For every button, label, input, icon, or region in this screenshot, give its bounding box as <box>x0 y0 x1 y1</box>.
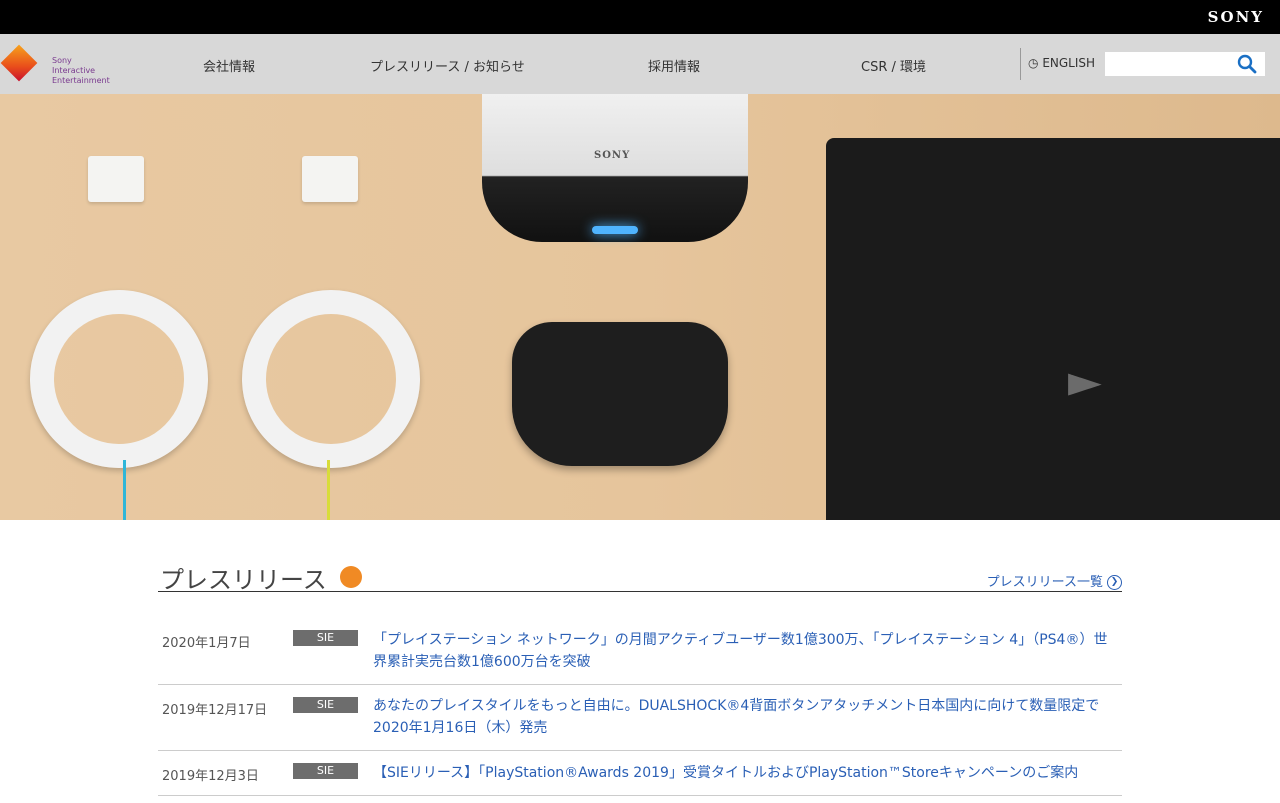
search-icon[interactable] <box>1237 54 1257 74</box>
nav-item-csr[interactable]: CSR / 環境 <box>861 56 926 75</box>
news-title-link[interactable]: 「プレイステーション ネットワーク」の月間アクティブユーザー数1億300万、「プ… <box>373 629 1118 673</box>
nav-item-press[interactable]: プレスリリース / お知らせ <box>370 56 525 75</box>
dualshock-controller <box>512 322 728 466</box>
news-item: 2019年12月3日 SIE 【SIEリリース】「PlayStation®Awa… <box>158 751 1122 796</box>
wall-block-left <box>88 156 144 202</box>
news-date: 2020年1月7日 <box>162 636 251 651</box>
language-label: ENGLISH <box>1042 56 1096 70</box>
news-item: 2020年1月7日 SIE 「プレイステーション ネットワーク」の月間アクティブ… <box>158 592 1122 685</box>
globe-icon: ◷ <box>1028 56 1039 70</box>
sie-logo-mark-icon <box>0 44 38 82</box>
move-controller-ring-left <box>30 290 208 468</box>
headset-light <box>592 226 638 234</box>
news-title-link[interactable]: あなたのプレイスタイルをもっと自由に。DUALSHOCK®4背面ボタンアタッチメ… <box>373 695 1118 739</box>
nav-item-careers[interactable]: 採用情報 <box>648 56 700 75</box>
search-input[interactable] <box>1109 52 1233 76</box>
cable-yellow <box>327 460 330 520</box>
sie-logo-text: Sony Interactive Entertainment <box>52 56 110 85</box>
news-title-link[interactable]: 【SIEリリース】「PlayStation®Awards 2019」受賞タイトル… <box>373 762 1118 784</box>
rss-icon[interactable] <box>340 566 362 588</box>
search-box <box>1105 52 1265 76</box>
news-date: 2019年12月17日 <box>162 703 268 718</box>
cable-blue <box>123 460 126 520</box>
nav-divider <box>1020 48 1021 80</box>
playstation-logo-icon: ► <box>1068 356 1102 407</box>
news-date: 2019年12月3日 <box>162 769 259 784</box>
news-item: 2019年12月17日 SIE あなたのプレイスタイルをもっと自由に。DUALS… <box>158 685 1122 751</box>
headset-brand: SONY <box>594 150 631 161</box>
vr-headset: SONY <box>482 94 748 242</box>
sony-logo[interactable]: SONY <box>1208 8 1264 26</box>
sony-top-bar: SONY <box>0 0 1280 34</box>
move-controller-ring-right <box>242 290 420 468</box>
news-tag: SIE <box>293 763 358 779</box>
sie-logo[interactable]: Sony Interactive Entertainment <box>0 42 126 86</box>
hero-image: SONY ► <box>0 94 1280 520</box>
wall-block-right <box>302 156 358 202</box>
chevron-right-icon: ❯ <box>1107 575 1122 590</box>
main-navigation: Sony Interactive Entertainment 会社情報 プレスリ… <box>0 34 1280 94</box>
news-tag: SIE <box>293 697 358 713</box>
nav-item-company[interactable]: 会社情報 <box>203 56 255 75</box>
language-switch[interactable]: ◷ ENGLISH <box>1028 56 1095 70</box>
ps4-console: ► <box>826 138 1280 520</box>
news-tag: SIE <box>293 630 358 646</box>
section-title: プレスリリース <box>160 566 327 594</box>
press-release-list-link[interactable]: プレスリリース一覧 ❯ <box>987 571 1122 590</box>
